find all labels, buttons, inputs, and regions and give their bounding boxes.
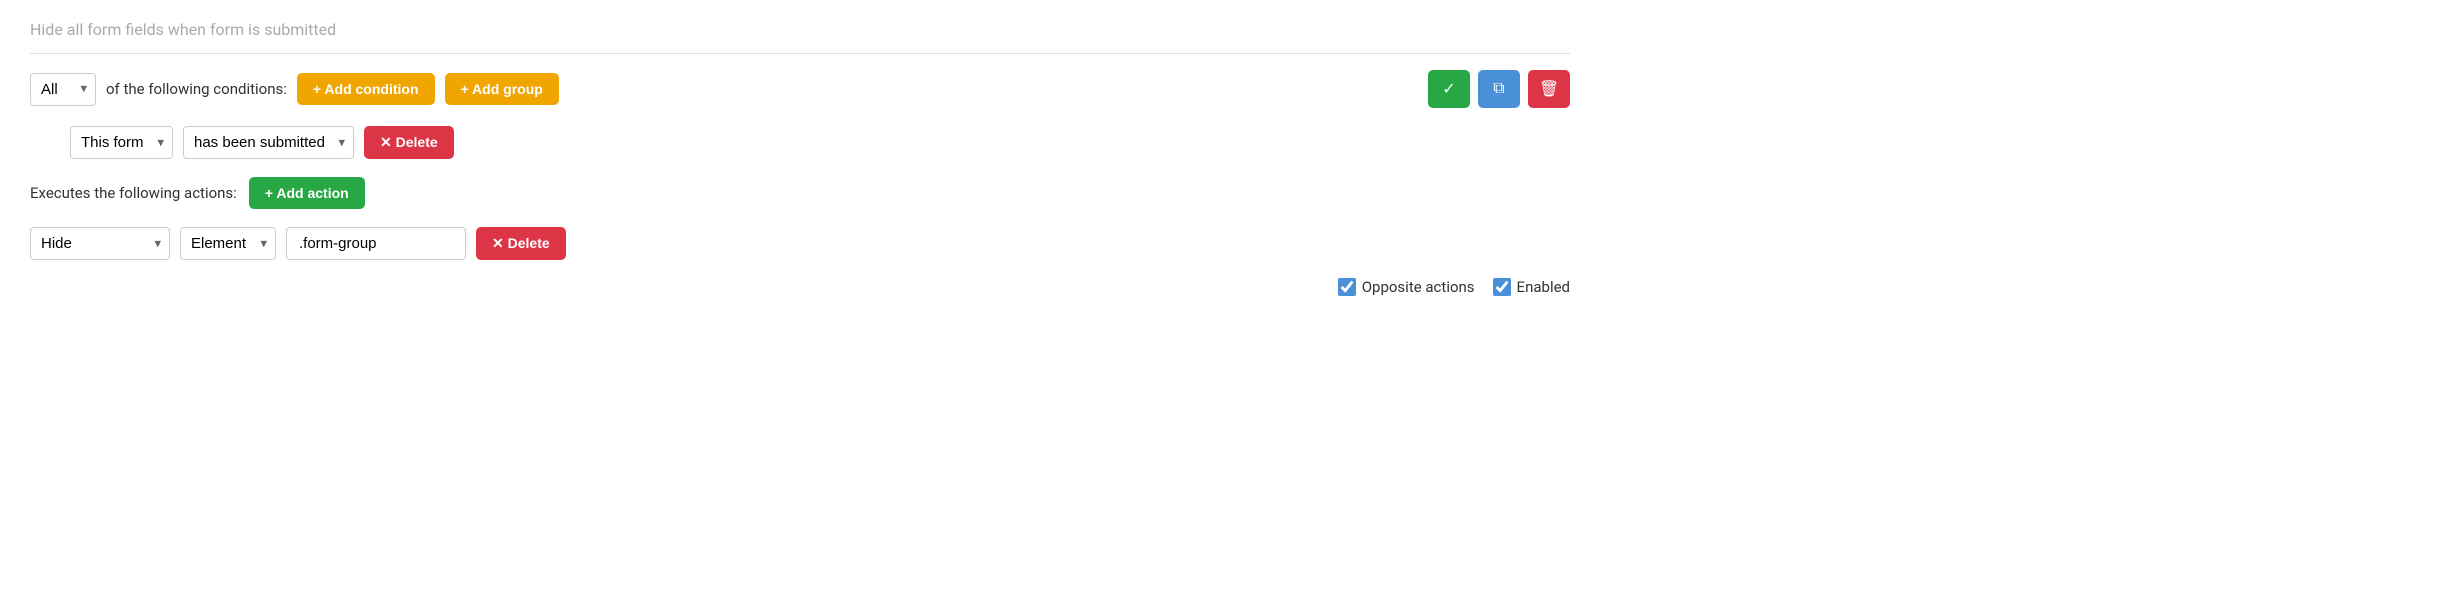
- enabled-text: Enabled: [1517, 278, 1570, 296]
- conditions-label: of the following conditions:: [106, 80, 287, 98]
- all-select[interactable]: All Any: [30, 73, 96, 106]
- all-select-wrapper[interactable]: All Any: [30, 73, 96, 106]
- actions-label: Executes the following actions:: [30, 184, 237, 202]
- bottom-row: Opposite actions Enabled: [30, 278, 1570, 296]
- opposite-actions-checkbox[interactable]: [1338, 278, 1356, 296]
- condition-subject-select[interactable]: This form: [70, 126, 173, 159]
- delete-action-button[interactable]: ✕ Delete: [476, 227, 566, 260]
- action-type-wrapper[interactable]: Hide Show: [30, 227, 170, 260]
- opposite-actions-text: Opposite actions: [1362, 278, 1475, 296]
- page-wrapper: Hide all form fields when form is submit…: [0, 0, 1600, 326]
- conditions-right: ✓ ⧉ 🗑: [1428, 70, 1570, 108]
- add-condition-button[interactable]: + Add condition: [297, 73, 435, 105]
- copy-button[interactable]: ⧉: [1478, 70, 1520, 108]
- action-target-type-select[interactable]: Element Field: [180, 227, 276, 260]
- actions-header-row: Executes the following actions: + Add ac…: [30, 177, 1570, 209]
- enabled-label[interactable]: Enabled: [1493, 278, 1570, 296]
- condition-subject-wrapper[interactable]: This form: [70, 126, 173, 159]
- opposite-actions-label[interactable]: Opposite actions: [1338, 278, 1475, 296]
- enabled-checkbox[interactable]: [1493, 278, 1511, 296]
- conditions-header-row: All Any of the following conditions: + A…: [30, 70, 1570, 108]
- action-target-value-input[interactable]: [286, 227, 466, 260]
- add-action-button[interactable]: + Add action: [249, 177, 365, 209]
- condition-predicate-select[interactable]: has been submitted: [183, 126, 354, 159]
- action-type-select[interactable]: Hide Show: [30, 227, 170, 260]
- trash-icon: 🗑: [1539, 79, 1559, 99]
- add-group-button[interactable]: + Add group: [445, 73, 559, 105]
- page-title: Hide all form fields when form is submit…: [30, 20, 1570, 54]
- condition-predicate-wrapper[interactable]: has been submitted: [183, 126, 354, 159]
- action-target-type-wrapper[interactable]: Element Field: [180, 227, 276, 260]
- delete-rule-button[interactable]: 🗑: [1528, 70, 1570, 108]
- delete-condition-button[interactable]: ✕ Delete: [364, 126, 454, 159]
- copy-icon: ⧉: [1493, 80, 1504, 98]
- condition-row: This form has been submitted ✕ Delete: [70, 126, 1570, 159]
- confirm-button[interactable]: ✓: [1428, 70, 1470, 108]
- conditions-left: All Any of the following conditions: + A…: [30, 73, 559, 106]
- confirm-icon: ✓: [1442, 79, 1455, 99]
- action-detail-row: Hide Show Element Field ✕ Delete: [30, 227, 1570, 260]
